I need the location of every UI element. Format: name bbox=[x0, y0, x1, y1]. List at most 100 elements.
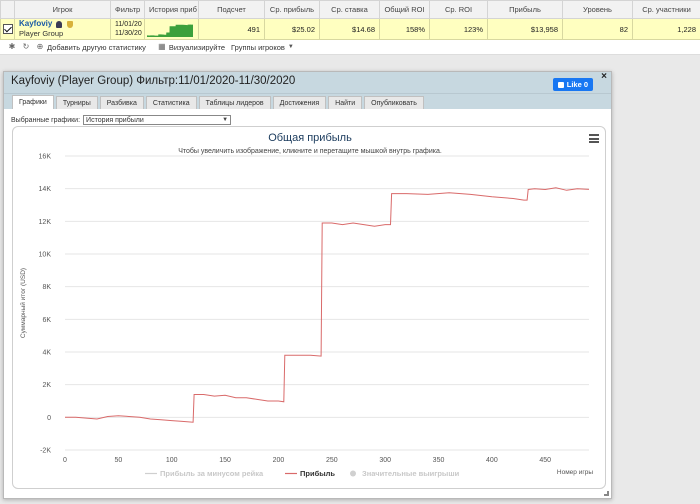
dialog-title: Kayfoviy (Player Group) Фильтр:11/01/202… bbox=[11, 75, 296, 87]
column-header[interactable]: Ср. ставка bbox=[319, 0, 380, 19]
legend-marker bbox=[350, 470, 356, 477]
add-stats-label: Добавить другую статистику bbox=[47, 42, 146, 52]
tab-statistics[interactable]: Статистика bbox=[145, 96, 197, 109]
profit-sparkline[interactable] bbox=[147, 23, 193, 37]
thumbs-up-icon bbox=[557, 81, 564, 88]
y-tick-label: 2K bbox=[42, 382, 51, 389]
filter-cell: 11/01/20 11/30/20 bbox=[110, 18, 145, 40]
player-groups-label: Группы игроков bbox=[231, 42, 285, 52]
count-cell: 491 bbox=[198, 18, 265, 40]
tab-achievements[interactable]: Достижения bbox=[272, 96, 327, 109]
x-tick-label: 350 bbox=[433, 457, 445, 464]
column-header[interactable]: Прибыль bbox=[487, 0, 563, 19]
like-label: Like 0 bbox=[566, 80, 588, 89]
column-header[interactable]: Игрок bbox=[14, 0, 111, 19]
legend-item: Прибыль bbox=[300, 469, 335, 478]
visualize-button[interactable]: ▦ Визуализируйте bbox=[158, 43, 225, 52]
trophy-icon[interactable] bbox=[66, 20, 73, 28]
y-tick-label: 0 bbox=[47, 415, 51, 422]
row-select-cell bbox=[0, 18, 15, 40]
facebook-like-button[interactable]: Like 0 bbox=[552, 78, 593, 91]
row-checkbox[interactable] bbox=[2, 24, 13, 34]
add-icon: ⊕ bbox=[36, 42, 44, 51]
avg-roi-cell: 123% bbox=[429, 18, 488, 40]
player-details-dialog: Kayfoviy (Player Group) Фильтр:11/01/202… bbox=[3, 71, 612, 499]
y-tick-label: 4K bbox=[42, 350, 51, 357]
player-group-label: Player Group bbox=[19, 29, 64, 38]
graph-select[interactable]: История прибыли ▼ bbox=[83, 115, 232, 125]
total-roi-cell: 158% bbox=[379, 18, 430, 40]
profit-chart[interactable]: Общая прибыль Чтобы увеличить изображение… bbox=[12, 126, 606, 489]
y-axis-label: Суммарный итог (USD) bbox=[19, 268, 27, 338]
column-header[interactable]: Ср. ROI bbox=[429, 0, 488, 19]
profit-line bbox=[65, 187, 590, 423]
x-tick-label: 400 bbox=[486, 457, 498, 464]
x-tick-label: 300 bbox=[379, 457, 391, 464]
avg-participants-cell: 1,228 bbox=[632, 18, 700, 40]
chart-icon: ▦ bbox=[158, 42, 166, 51]
column-header[interactable]: Подсчет bbox=[198, 0, 265, 19]
profit-cell: $13,958 bbox=[487, 18, 563, 40]
player-name-link[interactable]: Kayfoviy bbox=[19, 20, 52, 29]
chevron-down-icon: ▼ bbox=[287, 44, 294, 50]
x-tick-label: 200 bbox=[273, 457, 285, 464]
close-icon[interactable]: × bbox=[601, 71, 607, 82]
table-toolbar: ✱ ↻ ⊕ Добавить другую статистику ▦ Визуа… bbox=[0, 40, 700, 55]
column-header[interactable]: Общий ROI bbox=[379, 0, 430, 19]
level-cell: 82 bbox=[562, 18, 633, 40]
avg-profit-cell: $25.02 bbox=[264, 18, 320, 40]
resize-handle[interactable] bbox=[604, 491, 609, 496]
tab-find[interactable]: Найти bbox=[328, 96, 363, 109]
y-tick-label: 12K bbox=[39, 219, 52, 226]
x-tick-label: 50 bbox=[114, 457, 122, 464]
add-stats-button[interactable]: ⊕ Добавить другую статистику bbox=[36, 43, 146, 52]
column-header[interactable]: Уровень bbox=[562, 0, 633, 19]
chart-title: Общая прибыль bbox=[268, 132, 352, 144]
chart-subtitle: Чтобы увеличить изображение, кликните и … bbox=[178, 147, 442, 155]
y-tick-label: 14K bbox=[39, 186, 52, 193]
legend-item: Прибыль за минусом рейка bbox=[160, 469, 264, 478]
x-tick-label: 250 bbox=[326, 457, 338, 464]
visualize-label: Визуализируйте bbox=[168, 42, 225, 52]
x-tick-label: 150 bbox=[219, 457, 231, 464]
column-header[interactable]: Ср. прибыль bbox=[264, 0, 320, 19]
y-tick-label: 8K bbox=[42, 284, 51, 291]
column-header[interactable]: Фильтр bbox=[110, 0, 145, 19]
chart-canvas[interactable]: Общая прибыль Чтобы увеличить изображение… bbox=[13, 127, 607, 490]
tab-graphs[interactable]: Графики bbox=[12, 95, 54, 109]
refresh-icon[interactable]: ↻ bbox=[22, 43, 30, 51]
tab-publish[interactable]: Опубликовать bbox=[364, 96, 424, 109]
person-icon[interactable] bbox=[56, 20, 63, 28]
hamburger-menu-icon[interactable] bbox=[589, 134, 599, 143]
player-groups-dropdown[interactable]: Группы игроков ▼ bbox=[231, 43, 294, 52]
profit-history-cell[interactable] bbox=[144, 18, 199, 40]
y-tick-label: 10K bbox=[39, 252, 52, 259]
chevron-down-icon: ▼ bbox=[222, 117, 229, 123]
table-row: Kayfoviy Player Group 11/01/20 11/30/20 … bbox=[0, 18, 700, 40]
sparkline-area bbox=[147, 24, 193, 37]
x-tick-label: 0 bbox=[63, 457, 67, 464]
y-tick-label: 6K bbox=[42, 317, 51, 324]
player-stats-table: Игрок Фильтр История приб Подсчет Ср. пр… bbox=[0, 0, 700, 40]
tab-tournaments[interactable]: Турниры bbox=[55, 96, 98, 109]
x-tick-label: 100 bbox=[166, 457, 178, 464]
graph-select-value: История прибыли bbox=[86, 117, 144, 124]
table-header-row: Игрок Фильтр История приб Подсчет Ср. пр… bbox=[0, 0, 700, 19]
y-tick-label: -2K bbox=[40, 448, 51, 455]
select-column-header bbox=[0, 0, 15, 19]
dialog-header: Kayfoviy (Player Group) Фильтр:11/01/202… bbox=[4, 71, 611, 94]
graph-select-label: Выбранные графики: bbox=[11, 116, 81, 124]
x-tick-label: 450 bbox=[539, 457, 551, 464]
graph-select-row: Выбранные графики: История прибыли ▼ bbox=[11, 115, 232, 125]
column-header[interactable]: Ср. участники bbox=[632, 0, 700, 19]
tab-leaderboards[interactable]: Таблицы лидеров bbox=[198, 96, 271, 109]
avg-stake-cell: $14.68 bbox=[319, 18, 380, 40]
tab-breakdown[interactable]: Разбивка bbox=[99, 96, 144, 109]
x-axis-label: Номер игры bbox=[557, 469, 593, 476]
player-cell: Kayfoviy Player Group bbox=[14, 18, 111, 40]
column-header[interactable]: История приб bbox=[144, 0, 199, 19]
dialog-tabs: Графики Турниры Разбивка Статистика Табл… bbox=[4, 94, 611, 109]
filter-to-date: 11/30/20 bbox=[115, 30, 142, 37]
y-tick-label: 16K bbox=[39, 154, 52, 161]
settings-icon[interactable]: ✱ bbox=[8, 43, 16, 51]
